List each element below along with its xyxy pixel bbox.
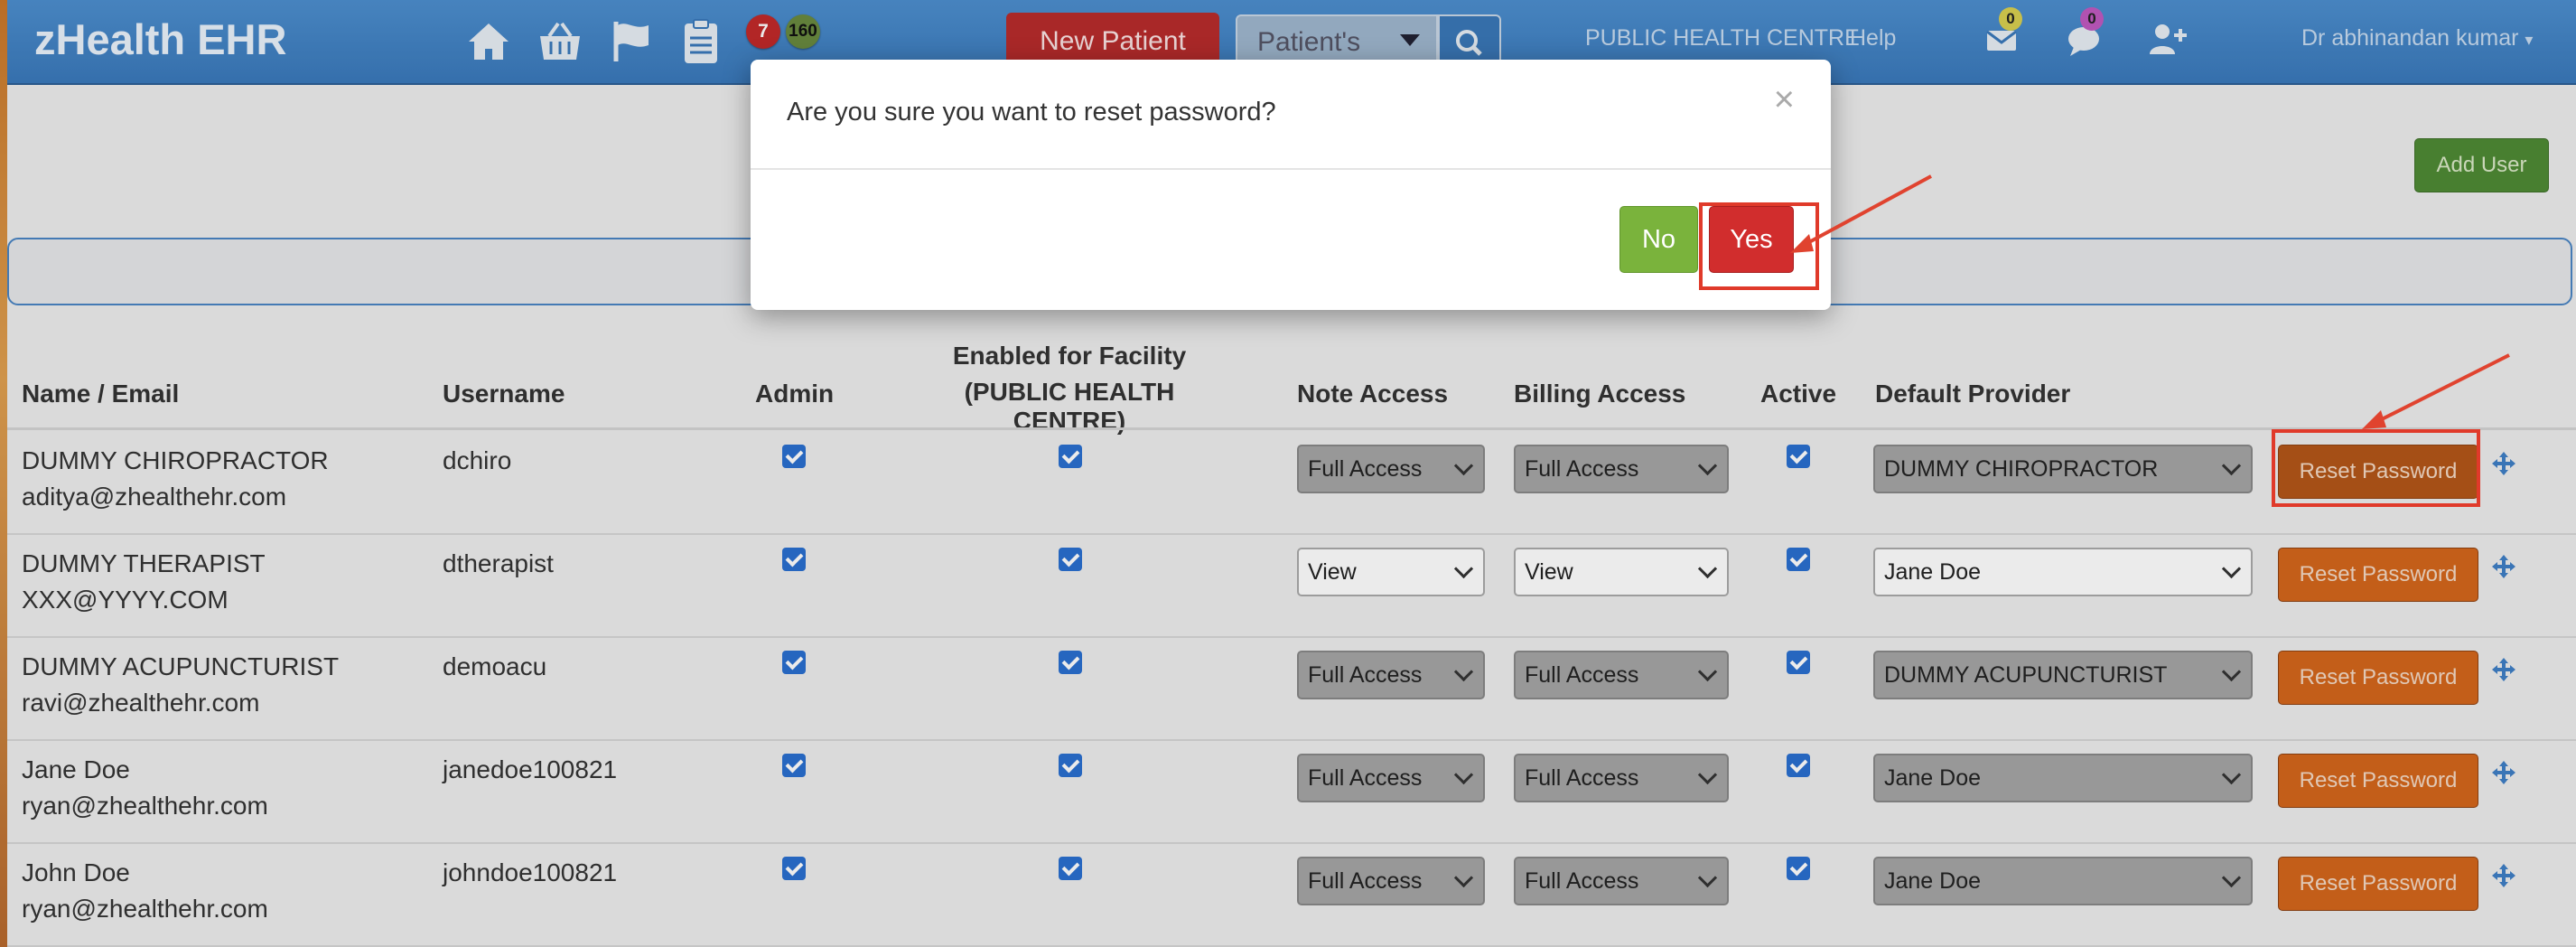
arrow-to-reset — [2370, 353, 2510, 427]
arrow-head-icon — [1790, 234, 1814, 253]
arrow-head-icon — [2362, 410, 2386, 429]
arrow-to-yes — [1797, 174, 1932, 250]
annotation-arrows — [1790, 174, 2510, 429]
